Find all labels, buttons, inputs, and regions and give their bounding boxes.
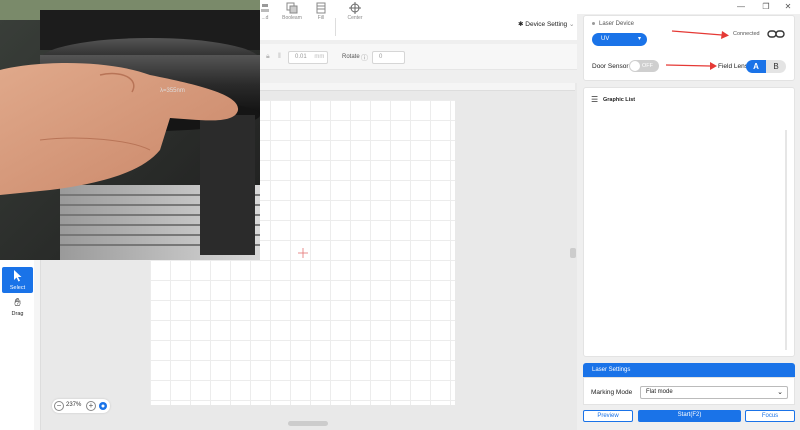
toolbar-fill-button[interactable]: Fill [306, 2, 336, 26]
link-icon[interactable] [767, 29, 785, 39]
hand-icon: ✋︎ [14, 297, 21, 309]
laser-type-value: UV [601, 36, 610, 42]
lens-engraving: λ=355nm [160, 88, 185, 94]
crosshair-icon [349, 2, 361, 14]
device-setting-menu[interactable]: ✱ Device Setting ⌄ [518, 20, 574, 28]
toolbar-boolean-button[interactable]: Booleam [277, 2, 307, 26]
horizontal-scrollbar[interactable] [288, 421, 328, 426]
laser-settings-header: Laser Settings [583, 363, 795, 377]
chevron-down-icon: ⌄ [777, 389, 783, 396]
chevron-down-icon: ▾ [637, 36, 641, 42]
device-setting-label: Device Setting [525, 21, 568, 28]
toolbar-label: Booleam [282, 15, 302, 21]
connection-status: Connected [733, 31, 760, 37]
drag-tool-label: Drag [11, 311, 24, 317]
toggle-knob [630, 61, 640, 71]
graphic-list-title: Graphic List [603, 97, 636, 103]
top-ruler [260, 83, 575, 91]
preview-button[interactable]: Preview [583, 410, 633, 422]
pause-icon: ‖ [278, 53, 281, 60]
drag-tool-button[interactable]: ✋︎ Drag [2, 296, 33, 320]
marking-mode-select[interactable]: Flat mode ⌄ [640, 386, 788, 399]
field-lens-a-button[interactable]: A [746, 60, 766, 73]
cursor-arrow-icon [13, 270, 21, 282]
annotation-arrow-icon [671, 30, 729, 39]
step-unit: mm [314, 54, 325, 60]
step-value: 0.01 [295, 54, 307, 60]
graphic-list-scrollbar[interactable] [785, 130, 787, 350]
left-ruler [33, 260, 41, 430]
zoom-out-button[interactable]: − [54, 401, 64, 411]
origin-crosshair-icon [298, 248, 308, 258]
camera-image: λ=355nm [0, 0, 260, 260]
focus-button[interactable]: Focus [745, 410, 795, 422]
rotate-label: Rotate [342, 54, 360, 60]
graphic-list-panel [583, 87, 795, 357]
rotate-input[interactable]: 0 [372, 51, 405, 64]
list-icon: ☰ [591, 95, 599, 104]
laser-type-select[interactable]: UV ▾ [592, 33, 647, 46]
toolbar-center-button[interactable]: Center [340, 2, 370, 26]
toolbar-label: Fill [317, 15, 325, 21]
toolbar-label: Center [347, 15, 363, 21]
laser-device-label: Laser Device [599, 21, 635, 27]
select-tool-button[interactable]: Select [2, 267, 33, 293]
toolbar-divider [335, 18, 336, 36]
zoom-level: 237% [66, 402, 82, 408]
camera-overlay: λ=355nm [0, 0, 260, 260]
field-lens-label: Field Lens [718, 63, 748, 70]
status-dot [592, 22, 595, 25]
info-icon: ⓘ [361, 55, 368, 62]
app-window: — ❐ ✕ ...d Booleam Fill Center ✱ Device … [0, 0, 800, 430]
door-sensor-label: Door Sensor [592, 63, 629, 70]
zoom-in-button[interactable]: + [86, 401, 96, 411]
marking-mode-label: Marking Mode [591, 389, 633, 396]
start-button[interactable]: Start(F2) [638, 410, 741, 422]
vertical-scrollbar[interactable] [570, 248, 576, 258]
minimize-button[interactable]: — [733, 1, 749, 13]
close-button[interactable]: ✕ [780, 1, 796, 13]
fit-view-icon[interactable] [98, 401, 108, 411]
fill-icon [316, 2, 326, 14]
field-lens-b-button[interactable]: B [766, 60, 786, 73]
door-sensor-state: OFF [642, 63, 653, 69]
marking-mode-value: Flat mode [646, 389, 673, 395]
step-input[interactable]: 0.01 mm [288, 51, 328, 64]
gear-icon: ✱ [518, 21, 524, 28]
chevron-down-icon: ⌄ [569, 21, 575, 28]
lock-icon[interactable]: 🔒︎ [266, 53, 270, 61]
align-icon [261, 4, 269, 12]
annotation-arrow-icon [665, 62, 717, 70]
boolean-icon [286, 2, 298, 14]
zoom-control: − 237% + [52, 399, 110, 413]
restore-button[interactable]: ❐ [758, 1, 774, 13]
rotate-value: 0 [379, 54, 383, 60]
select-tool-label: Select [9, 285, 26, 291]
